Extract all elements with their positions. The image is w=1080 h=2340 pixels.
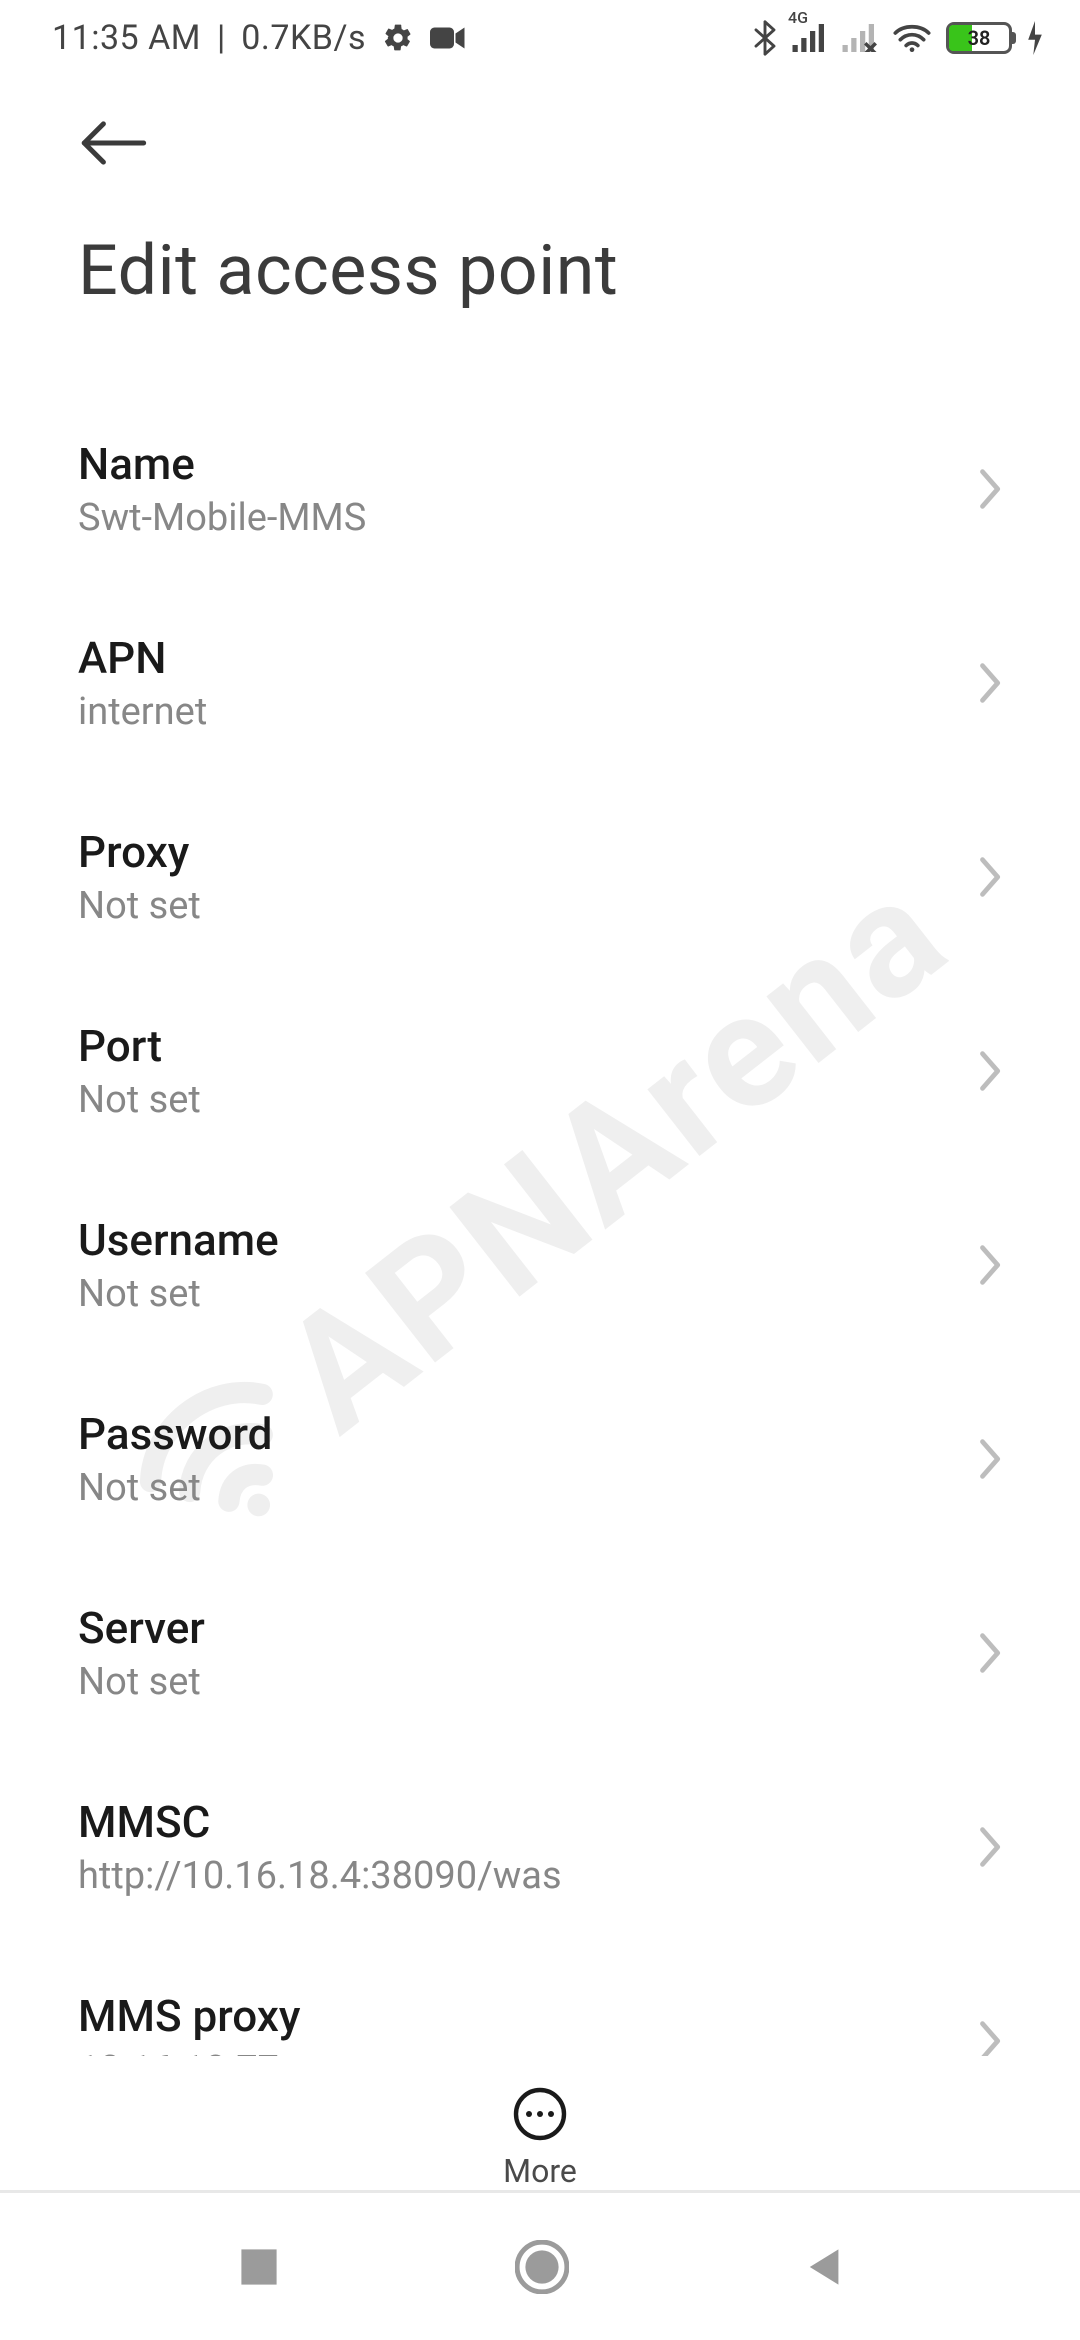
chevron-right-icon	[976, 1631, 1002, 1675]
signal-4g-icon: 4G	[792, 24, 828, 52]
signal-nosim-icon	[842, 24, 878, 52]
status-net-speed: 0.7KB/s	[241, 18, 366, 58]
battery-percent-text: 38	[949, 26, 1009, 50]
item-value: Not set	[78, 1660, 205, 1704]
item-label: Password	[78, 1408, 272, 1460]
item-label: Username	[78, 1214, 279, 1266]
more-icon[interactable]	[512, 2086, 568, 2142]
back-arrow-icon[interactable]	[78, 120, 148, 166]
settings-item-mmsc[interactable]: MMSC http://10.16.18.4:38090/was	[0, 1750, 1080, 1944]
settings-item-username[interactable]: Username Not set	[0, 1168, 1080, 1362]
charging-icon	[1026, 21, 1044, 55]
chevron-right-icon	[976, 855, 1002, 899]
item-value: Not set	[78, 1078, 201, 1122]
item-label: Name	[78, 438, 366, 490]
status-time: 11:35 AM	[52, 18, 201, 58]
settings-item-port[interactable]: Port Not set	[0, 974, 1080, 1168]
status-bar: 11:35 AM | 0.7KB/s 4G 38	[0, 0, 1080, 76]
settings-item-proxy[interactable]: Proxy Not set	[0, 780, 1080, 974]
item-label: MMS proxy	[78, 1990, 300, 2042]
chevron-right-icon	[976, 1437, 1002, 1481]
bottom-action-bar: More	[0, 2056, 1080, 2190]
item-label: Proxy	[78, 826, 201, 878]
settings-item-name[interactable]: Name Swt-Mobile-MMS	[0, 392, 1080, 586]
wifi-icon	[892, 22, 932, 54]
gear-icon	[382, 22, 414, 54]
more-label[interactable]: More	[503, 2152, 577, 2190]
item-value: internet	[78, 690, 207, 734]
item-label: Port	[78, 1020, 201, 1072]
nav-recents-icon[interactable]	[237, 2245, 281, 2289]
settings-item-server[interactable]: Server Not set	[0, 1556, 1080, 1750]
item-value: Not set	[78, 1272, 279, 1316]
chevron-right-icon	[976, 1243, 1002, 1287]
battery-icon: 38	[946, 22, 1012, 54]
item-value: Swt-Mobile-MMS	[78, 496, 366, 540]
item-value: http://10.16.18.4:38090/was	[78, 1854, 562, 1898]
status-bar-left: 11:35 AM | 0.7KB/s	[52, 18, 466, 58]
settings-item-password[interactable]: Password Not set	[0, 1362, 1080, 1556]
chevron-right-icon	[976, 1049, 1002, 1093]
status-bar-right: 4G 38	[752, 20, 1044, 56]
chevron-right-icon	[976, 467, 1002, 511]
settings-list: APNArena Name Swt-Mobile-MMS APN interne…	[0, 352, 1080, 2092]
item-label: APN	[78, 632, 207, 684]
chevron-right-icon	[976, 1825, 1002, 1869]
system-nav-bar	[0, 2190, 1080, 2340]
header: Edit access point	[0, 76, 1080, 352]
item-label: Server	[78, 1602, 205, 1654]
nav-home-icon[interactable]	[515, 2240, 569, 2294]
nav-back-icon[interactable]	[803, 2245, 843, 2289]
signal-4g-label: 4G	[788, 8, 808, 27]
bluetooth-icon	[752, 20, 778, 56]
item-value: Not set	[78, 1466, 272, 1510]
item-value: Not set	[78, 884, 201, 928]
item-label: MMSC	[78, 1796, 562, 1848]
page-title: Edit access point	[78, 170, 1002, 342]
video-icon	[430, 24, 466, 52]
status-separator: |	[217, 18, 225, 58]
settings-item-apn[interactable]: APN internet	[0, 586, 1080, 780]
chevron-right-icon	[976, 661, 1002, 705]
